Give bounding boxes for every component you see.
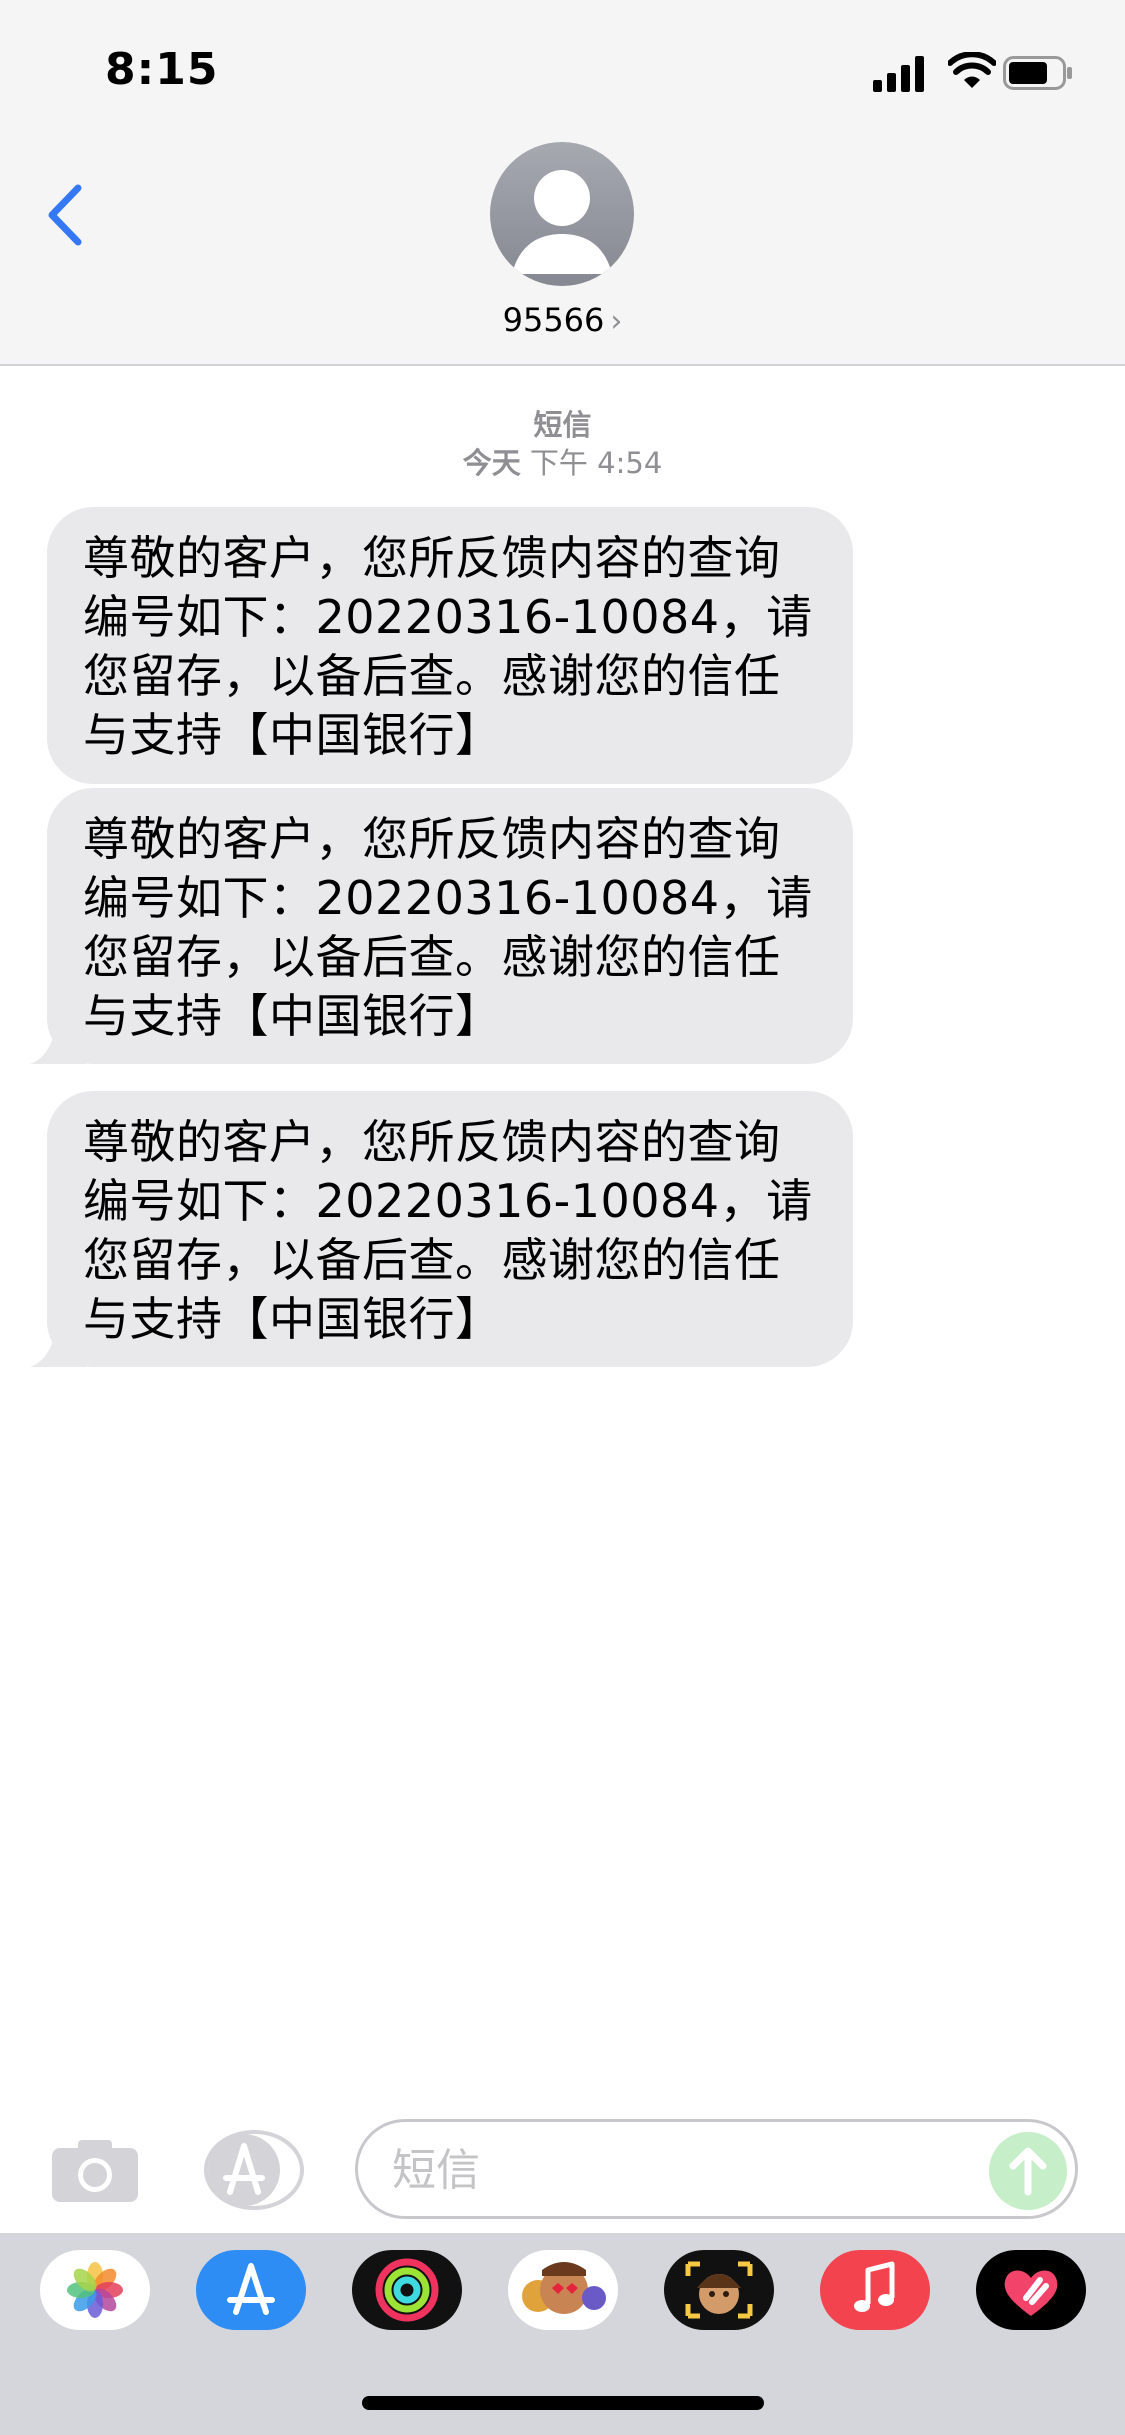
music-icon[interactable] — [820, 2250, 930, 2330]
app-store-icon[interactable] — [196, 2250, 306, 2330]
memoji-stickers-icon[interactable] — [508, 2250, 618, 2330]
app-store-button[interactable] — [200, 2130, 306, 2210]
memoji-icon[interactable] — [664, 2250, 774, 2330]
bubble-tail — [30, 1329, 86, 1367]
battery-icon — [1003, 56, 1072, 90]
contact-number: 95566 — [502, 301, 605, 339]
send-button[interactable] — [989, 2132, 1067, 2210]
message-bubble[interactable]: 尊敬的客户，您所反馈内容的查询编号如下：20220316-10084，请您留存，… — [47, 1091, 853, 1367]
message-timestamp: 今天 下午 4:54 — [0, 440, 1125, 482]
timestamp-time: 下午 4:54 — [520, 446, 663, 480]
conversation-header: 8:15 95566 › — [0, 0, 1125, 366]
message-text: 尊敬的客户，您所反馈内容的查询编号如下：20220316-10084，请您留存，… — [83, 812, 813, 1043]
status-time: 8:15 — [105, 44, 219, 95]
message-compose-field[interactable] — [355, 2119, 1078, 2219]
message-text: 尊敬的客户，您所反馈内容的查询编号如下：20220316-10084，请您留存，… — [83, 1115, 813, 1346]
camera-icon[interactable] — [50, 2136, 140, 2204]
message-input[interactable] — [392, 2140, 952, 2200]
home-indicator[interactable] — [362, 2396, 764, 2410]
service-label: 短信 — [533, 408, 592, 442]
bubble-tail — [30, 1026, 86, 1064]
message-text: 尊敬的客户，您所反馈内容的查询编号如下：20220316-10084，请您留存，… — [83, 531, 813, 762]
wifi-icon — [948, 52, 996, 88]
contact-name[interactable]: 95566 › — [0, 301, 1125, 339]
message-bubble[interactable]: 尊敬的客户，您所反馈内容的查询编号如下：20220316-10084，请您留存，… — [47, 788, 853, 1064]
digital-touch-icon[interactable] — [976, 2250, 1086, 2330]
cellular-signal-icon — [873, 56, 927, 92]
person-icon — [512, 170, 612, 274]
timestamp-day: 今天 — [462, 446, 521, 480]
contact-avatar[interactable] — [490, 142, 634, 286]
back-button[interactable] — [42, 180, 92, 250]
chevron-right-icon: › — [610, 304, 623, 339]
activity-icon[interactable] — [352, 2250, 462, 2330]
photos-icon[interactable] — [40, 2250, 150, 2330]
message-bubble[interactable]: 尊敬的客户，您所反馈内容的查询编号如下：20220316-10084，请您留存，… — [47, 507, 853, 784]
